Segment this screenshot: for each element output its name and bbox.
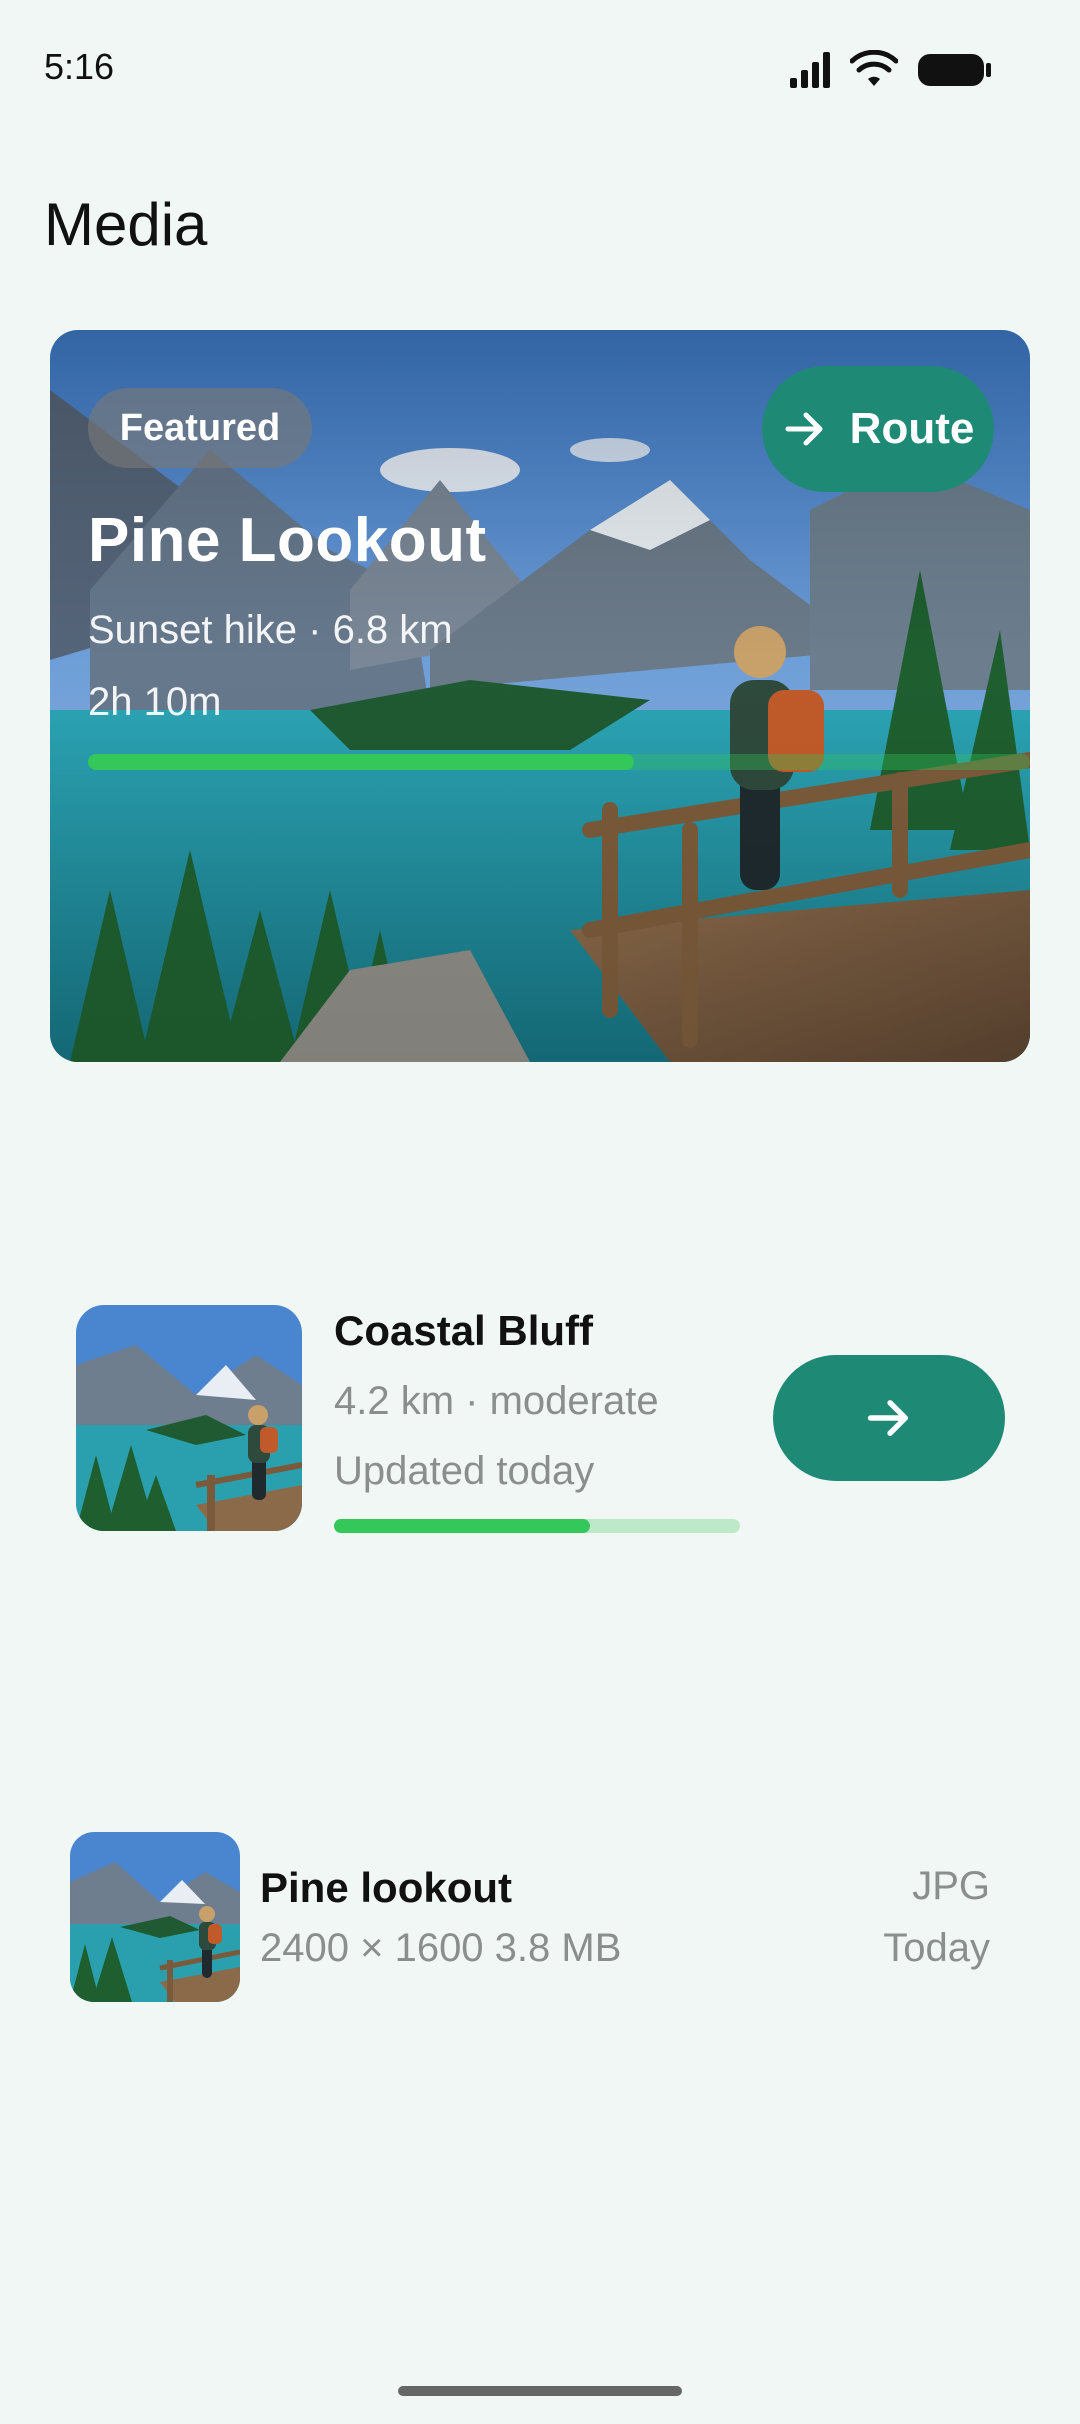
file-meta: 2400 × 1600 3.8 MB xyxy=(260,1926,622,1970)
file-title: Pine lookout xyxy=(260,1864,512,1911)
status-bar: 5:16 xyxy=(0,0,1080,140)
featured-card[interactable]: Featured Pine Lookout Sunset hike · 6.8 … xyxy=(50,330,1030,1062)
page-title: Media xyxy=(44,191,208,258)
route-button[interactable]: Route xyxy=(762,366,994,492)
featured-progress-fill xyxy=(88,754,635,770)
file-thumbnail xyxy=(70,1832,240,2002)
battery-icon xyxy=(918,54,991,86)
file-format: JPG xyxy=(912,1864,990,1908)
arrow-right-icon xyxy=(785,412,823,446)
signal-icon xyxy=(790,52,830,88)
coastal-title: Coastal Bluff xyxy=(334,1307,594,1354)
mountain-lake-thumbnail xyxy=(76,1305,302,1531)
status-time: 5:16 xyxy=(44,46,115,87)
home-indicator[interactable] xyxy=(398,2386,682,2396)
featured-subtitle: Sunset hike · 6.8 km xyxy=(88,608,453,652)
file-date: Today xyxy=(883,1926,990,1970)
coastal-open-button[interactable] xyxy=(773,1355,1005,1481)
coastal-progress xyxy=(334,1519,740,1533)
route-button-label: Route xyxy=(849,404,975,453)
status-icons xyxy=(788,50,1008,90)
featured-chip: Featured xyxy=(88,388,312,468)
file-list-item[interactable]: Pine lookout 2400 × 1600 3.8 MB JPG Toda… xyxy=(70,1832,990,2002)
coastal-progress-fill xyxy=(334,1519,590,1533)
featured-duration: 2h 10m xyxy=(88,680,222,724)
arrow-right-icon xyxy=(867,1400,909,1436)
coastal-subtitle: 4.2 km · moderate xyxy=(334,1379,659,1423)
coastal-updated: Updated today xyxy=(334,1449,595,1493)
wifi-icon xyxy=(850,50,898,86)
mountain-lake-thumbnail xyxy=(70,1832,240,2002)
coastal-thumbnail xyxy=(76,1305,302,1531)
featured-progress xyxy=(88,754,1030,770)
featured-title: Pine Lookout xyxy=(88,506,487,575)
coastal-bluff-item[interactable]: Coastal Bluff 4.2 km · moderate Updated … xyxy=(76,1305,1006,1535)
